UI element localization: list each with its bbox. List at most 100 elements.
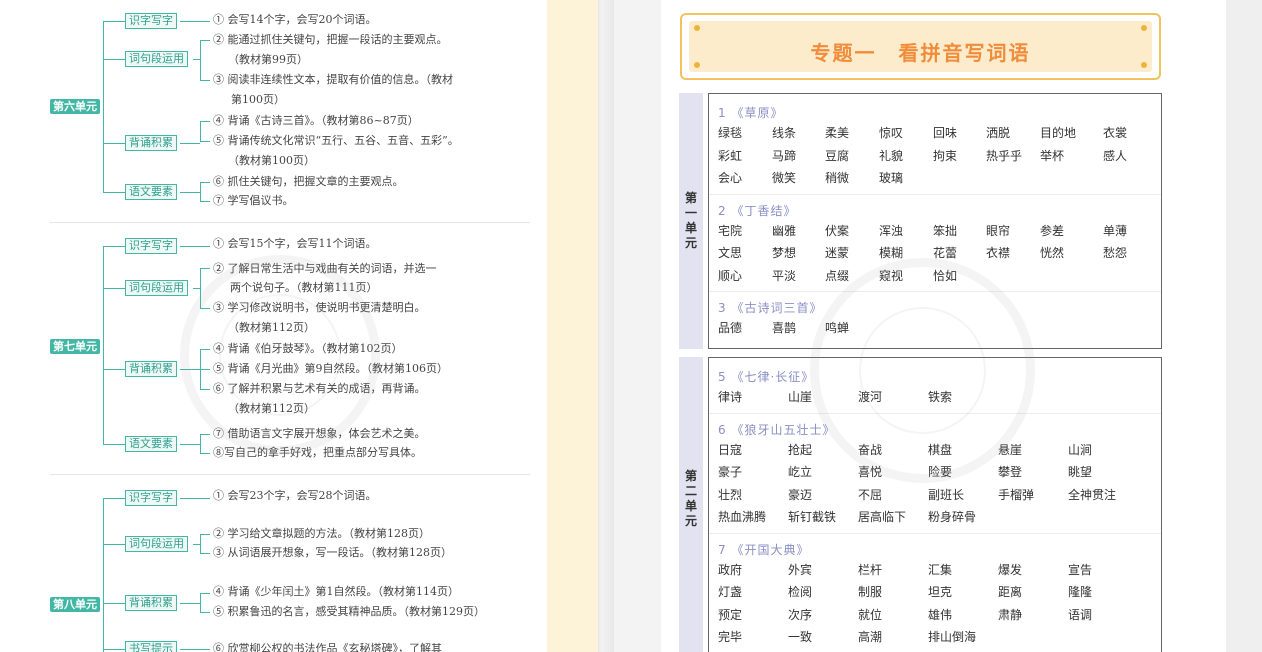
vocab-word: 不屈 (858, 487, 883, 502)
category-label: 识字写字 (125, 13, 177, 29)
vocab-word: 居高临下 (858, 510, 907, 524)
tree-line (200, 268, 201, 309)
lesson-title: 3 《古诗词三首》 (718, 301, 823, 315)
vocab-word: 山崖 (788, 390, 813, 404)
right-page-margin (614, 0, 661, 652)
item-text: ① 会写14个字，会写20个词语。 (213, 13, 377, 26)
tree-line (200, 182, 210, 183)
vocab-word: 感人 (1103, 148, 1128, 163)
vocab-word: 目的地 (1040, 126, 1077, 140)
tree-line (200, 453, 210, 454)
topic-title: 专题一 看拼音写词语 (810, 41, 1031, 65)
tree-line (103, 444, 125, 445)
tree-line (180, 21, 210, 22)
item-text: ⑤ 背诵传统文化常识“五行、五谷、五音、五彩”。 (213, 134, 459, 147)
vocab-word: 恍然 (1040, 246, 1065, 260)
vocab-word: 政府 (718, 562, 743, 577)
vocab-word: 热血沸腾 (718, 510, 767, 524)
vocab-word: 铁索 (928, 390, 953, 404)
vocab-word: 回味 (933, 126, 958, 140)
vocab-word: 预定 (718, 607, 743, 622)
unit-box: 5 《七律·长征》 律诗 山崖 渡河 铁索 6 《狼牙山五壮士》 日寇 抢起 奋战 棋盘 悬崖 山涧豪… (708, 357, 1162, 652)
vocab-word: 文思 (718, 246, 743, 260)
item-text: ③ 学习修改说明书，使说明书更清楚明白。 (213, 301, 426, 314)
tree-line (103, 21, 104, 193)
item-text: ⑥ 抓住关键句，把握文章的主要观点。 (213, 175, 404, 188)
vocab-word: 梦想 (772, 246, 797, 260)
vocab-word: 眺望 (1068, 465, 1093, 479)
category-label: 词句段运用 (125, 280, 188, 296)
item-text: ⑦ 借助语言文字展开想象，体会艺术之美。 (213, 427, 426, 440)
vocab-word: 惊叹 (879, 126, 904, 140)
unit-tab-label: 第一单元 (684, 191, 697, 250)
item-text: ⑧写自己的拿手好戏，把重点部分写具体。 (213, 446, 422, 459)
vocab-word: 马蹄 (772, 148, 797, 163)
vocab-word: 礼貌 (879, 148, 904, 163)
tree-line (200, 141, 210, 142)
vocab-word: 隆隆 (1068, 585, 1093, 599)
tree-line (103, 544, 125, 545)
vocab-word: 宅院 (718, 223, 743, 238)
tree-line (200, 40, 201, 81)
vocab-word: 热乎乎 (986, 148, 1023, 163)
tree-line (200, 349, 210, 350)
vocab-word: 山涧 (1068, 442, 1093, 457)
vocab-word: 绿毯 (718, 126, 743, 140)
tree-line (180, 369, 200, 370)
category-label: 词句段运用 (125, 536, 188, 552)
category-label: 语文要素 (125, 436, 177, 452)
item-text: ④ 背诵《少年闰土》第1自然段。（教材第114页） (213, 585, 459, 598)
tree-line (200, 201, 210, 202)
vocab-word: 花蕾 (933, 246, 958, 260)
vocab-word: 洒脱 (986, 126, 1011, 140)
item-text: ④ 背诵《古诗三首》。（教材第86~87页） (213, 114, 419, 127)
vocab-word: 斩钉截铁 (788, 510, 837, 524)
vocab-word: 律诗 (718, 390, 743, 404)
item-text: ⑦ 学写倡议书。 (213, 194, 294, 207)
vocab-word: 模糊 (879, 246, 904, 260)
lesson-title: 1 《草原》 (718, 106, 784, 120)
item-text: ① 会写23个字，会写28个词语。 (213, 489, 377, 502)
item-text: 两个说句子。（教材第111页） (230, 281, 378, 294)
vocab-word: 距离 (998, 585, 1023, 599)
unit-label: 第八单元 (50, 597, 100, 612)
item-text: ⑤ 背诵《月光曲》第9自然段。（教材第106页） (213, 362, 448, 375)
lesson-separator (709, 532, 1161, 534)
tree-line (103, 288, 125, 289)
topic-title-box: 专题一 看拼音写词语 (680, 13, 1161, 80)
vocab-word: 语调 (1068, 607, 1093, 622)
item-text: （教材第112页） (228, 402, 315, 415)
vocab-word: 次序 (788, 607, 813, 622)
tree-line (103, 603, 125, 604)
lesson-title: 2 《丁香结》 (718, 203, 797, 218)
vocab-word: 肃静 (998, 607, 1023, 622)
vocab-word: 迷蒙 (825, 246, 850, 260)
tree-line (103, 498, 104, 652)
vocab-word: 稍微 (825, 171, 850, 185)
vocab-word: 衣襟 (986, 246, 1011, 260)
category-label: 识字写字 (125, 490, 177, 506)
tree-line (180, 143, 200, 144)
vocab-word: 检阅 (788, 585, 813, 599)
vocab-word: 愁怨 (1103, 246, 1128, 260)
lesson-title: 5 《七律·长征》 (718, 370, 815, 384)
tree-line (200, 553, 210, 554)
lesson-separator (709, 291, 1161, 292)
category-label: 识字写字 (125, 238, 177, 254)
item-text: ② 了解日常生活中与戏曲有关的词语，并选一 (213, 262, 437, 275)
page-fold (598, 0, 614, 652)
vocab-word: 参差 (1040, 223, 1065, 238)
lesson-title: 7 《开国大典》 (718, 542, 810, 557)
tree-line (180, 603, 200, 604)
vocab-word: 日寇 (718, 442, 743, 457)
vocab-word: 粉身碎骨 (928, 510, 977, 524)
tree-line (200, 121, 201, 142)
corner-dot-icon (694, 62, 700, 68)
tree-line (200, 434, 201, 454)
unit-tab-label: 第二单元 (684, 469, 697, 528)
vocab-word: 就位 (858, 607, 883, 622)
page-gutter (547, 0, 598, 652)
vocab-word: 玻璃 (879, 171, 904, 185)
vocab-word: 拘束 (933, 148, 958, 163)
item-text: 第100页） (231, 93, 285, 106)
